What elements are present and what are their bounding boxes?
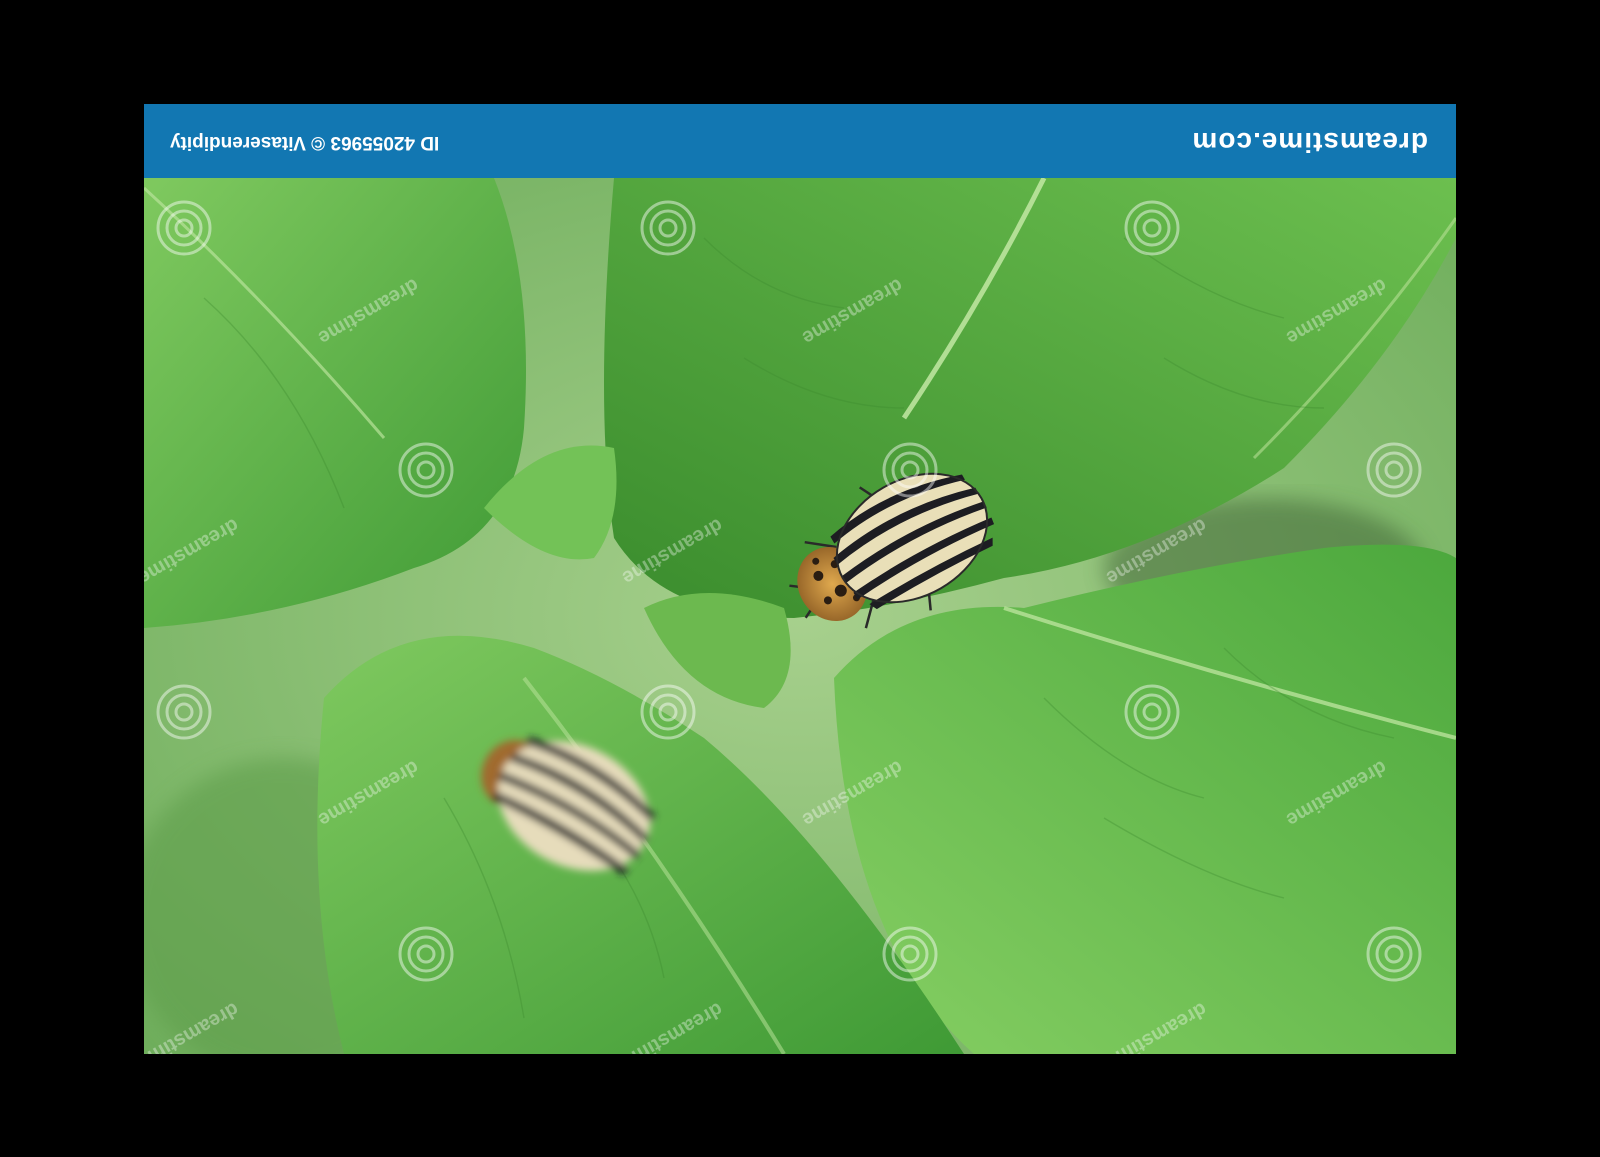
- brand-logo-text: dreamstime.com: [1191, 127, 1428, 158]
- image-frame: dreamstime.com ID 42055963 © Vitaserendi…: [144, 104, 1456, 1054]
- watermark-banner: dreamstime.com ID 42055963 © Vitaserendi…: [144, 104, 1456, 178]
- photo-svg: dreamstime dreamstime dreamstime dreamst…: [144, 178, 1456, 1054]
- photo: dreamstime dreamstime dreamstime dreamst…: [144, 178, 1456, 1054]
- leaf-bottom-right: [834, 544, 1456, 1054]
- banner-content-rotated: dreamstime.com ID 42055963 © Vitaserendi…: [144, 104, 1456, 178]
- image-credit: ID 42055963 © Vitaserendipity: [170, 132, 440, 153]
